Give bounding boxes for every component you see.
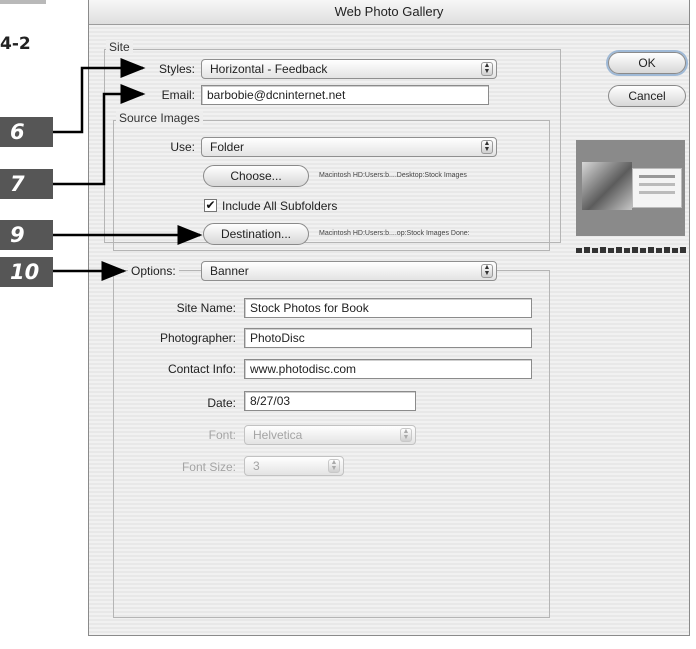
font-value: Helvetica [253, 428, 303, 442]
popup-arrows-icon: ▲ ▼ [400, 428, 412, 442]
font-label: Font: [208, 428, 236, 442]
font-size-label: Font Size: [181, 460, 236, 474]
contact-info-label: Contact Info: [167, 362, 236, 376]
font-size-popup[interactable]: 3 ▲ ▼ [244, 456, 344, 476]
email-field[interactable]: barbobie@dcninternet.net [201, 85, 489, 105]
figure-rule [0, 0, 46, 4]
style-preview-thumbnail [576, 140, 685, 236]
ok-button[interactable]: OK [608, 52, 686, 74]
styles-value: Horizontal - Feedback [210, 62, 328, 76]
popup-arrows-icon: ▲ ▼ [481, 264, 493, 278]
checkmark-icon: ✔ [205, 198, 216, 212]
styles-popup[interactable]: Horizontal - Feedback ▲ ▼ [201, 59, 497, 79]
choose-button[interactable]: Choose... [203, 165, 309, 187]
options-value: Banner [210, 264, 249, 278]
font-popup[interactable]: Helvetica ▲ ▼ [244, 425, 416, 445]
date-field[interactable]: 8/27/03 [244, 391, 416, 411]
date-label: Date: [207, 396, 236, 410]
site-name-field[interactable]: Stock Photos for Book [244, 298, 532, 318]
photographer-field[interactable]: PhotoDisc [244, 328, 532, 348]
source-images-label: Source Images [116, 111, 203, 125]
preview-filmstrip [576, 246, 686, 258]
choose-path: Macintosh HD:Users:b....Desktop:Stock Im… [319, 172, 467, 179]
email-label: Email: [161, 88, 195, 102]
use-value: Folder [210, 140, 245, 154]
callout-step-6: 6 [0, 117, 53, 147]
options-popup[interactable]: Banner ▲ ▼ [201, 261, 497, 281]
popup-arrows-icon: ▲ ▼ [481, 140, 493, 154]
cancel-button[interactable]: Cancel [608, 85, 686, 107]
callout-step-9: 9 [0, 220, 53, 250]
font-size-value: 3 [253, 459, 260, 473]
include-subfolders-label: Include All Subfolders [222, 199, 338, 213]
popup-arrows-icon: ▲ ▼ [481, 62, 493, 76]
callout-step-7: 7 [0, 169, 53, 199]
use-popup[interactable]: Folder ▲ ▼ [201, 137, 497, 157]
site-name-label: Site Name: [176, 301, 236, 315]
dialog-title: Web Photo Gallery [89, 0, 689, 25]
preview-form [632, 168, 682, 208]
destination-path: Macintosh HD:Users:b....op:Stock Images … [319, 230, 470, 237]
photographer-label: Photographer: [159, 331, 236, 345]
contact-info-field[interactable]: www.photodisc.com [244, 359, 532, 379]
options-label: Options: [128, 264, 179, 278]
popup-arrows-icon: ▲ ▼ [328, 459, 340, 473]
use-label: Use: [170, 140, 195, 154]
callout-step-10: 10 [0, 257, 53, 287]
destination-button[interactable]: Destination... [203, 223, 309, 245]
include-subfolders-checkbox[interactable]: ✔ [204, 199, 217, 212]
figure-number: 4-2 [0, 34, 31, 54]
styles-label: Styles: [158, 62, 195, 76]
site-group-label: Site [106, 40, 133, 54]
preview-photo [582, 162, 632, 210]
